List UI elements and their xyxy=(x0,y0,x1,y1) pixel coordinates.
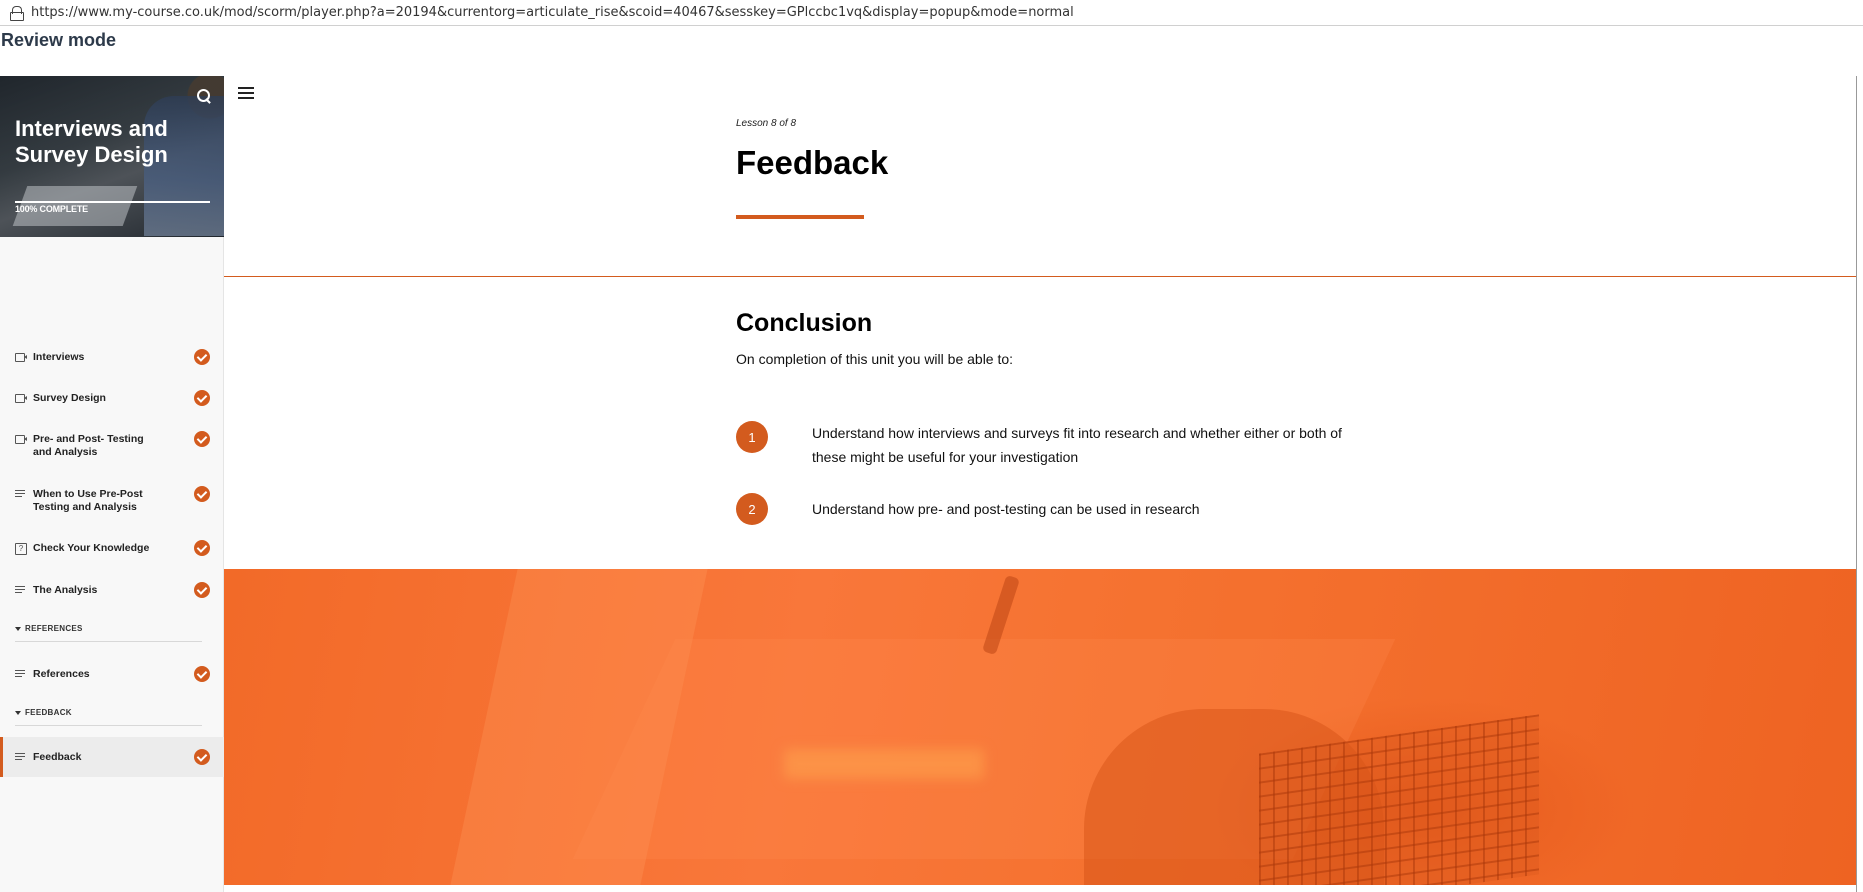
feedback-banner-image xyxy=(224,569,1857,885)
sidebar-item-label: The Analysis xyxy=(33,584,98,596)
conclusion-heading: Conclusion xyxy=(736,309,873,337)
sidebar-item-label: When to Use Pre-Post Testing and Analysi… xyxy=(33,488,143,513)
text-lines-icon xyxy=(15,585,27,595)
list-item-text: Understand how interviews and surveys fi… xyxy=(812,425,1342,465)
sidebar-item-feedback[interactable]: Feedback xyxy=(0,737,224,777)
text-lines-icon xyxy=(15,489,27,499)
sidebar-item-label: Survey Design xyxy=(33,392,106,404)
sidebar-item-label: Feedback xyxy=(33,750,82,763)
url-text[interactable]: https://www.my-course.co.uk/mod/scorm/pl… xyxy=(31,5,1074,20)
conclusion-intro: On completion of this unit you will be a… xyxy=(736,351,1014,367)
sidebar-item-the-analysis[interactable]: The Analysis xyxy=(0,582,224,598)
number-badge: 2 xyxy=(736,493,768,525)
list-item: 2 Understand how pre- and post-testing c… xyxy=(736,493,1356,525)
section-header-references[interactable]: REFERENCES xyxy=(15,624,202,642)
video-icon xyxy=(15,393,27,403)
scrollbar[interactable] xyxy=(1856,76,1857,892)
section-label: REFERENCES xyxy=(25,624,83,633)
header-divider xyxy=(224,276,1857,277)
address-bar[interactable]: https://www.my-course.co.uk/mod/scorm/pl… xyxy=(0,0,1863,26)
sidebar-item-references[interactable]: References xyxy=(0,666,224,682)
text-lines-icon xyxy=(15,752,27,762)
sidebar-item-check-knowledge[interactable]: Check Your Knowledge xyxy=(0,540,224,556)
sidebar-item-label: Interviews xyxy=(33,351,85,363)
menu-icon[interactable] xyxy=(238,87,254,99)
caret-down-icon xyxy=(15,626,21,631)
lock-icon xyxy=(10,6,24,21)
sidebar-item-label: Check Your Knowledge xyxy=(33,542,150,554)
lesson-content: Lesson 8 of 8 Feedback Conclusion On com… xyxy=(224,76,1857,892)
list-item-text: Understand how pre- and post-testing can… xyxy=(812,501,1200,517)
sidebar-item-when-to-use[interactable]: When to Use Pre-Post Testing and Analysi… xyxy=(0,486,224,514)
section-header-feedback[interactable]: FEEDBACK xyxy=(15,708,202,726)
text-lines-icon xyxy=(15,669,27,679)
course-sidebar: Interviews and Survey Design 100% COMPLE… xyxy=(0,76,224,892)
course-header-image: Interviews and Survey Design 100% COMPLE… xyxy=(0,76,224,237)
sidebar-item-label: References xyxy=(33,668,90,680)
section-label: FEEDBACK xyxy=(25,708,72,717)
sidebar-item-pre-post-testing[interactable]: Pre- and Post- Testing and Analysis xyxy=(0,431,224,459)
completed-check-icon xyxy=(194,390,210,406)
completed-check-icon xyxy=(194,431,210,447)
completed-check-icon xyxy=(194,582,210,598)
course-progress-label: 100% COMPLETE xyxy=(15,204,88,214)
caret-down-icon xyxy=(15,710,21,715)
completed-check-icon xyxy=(194,486,210,502)
course-title: Interviews and Survey Design xyxy=(15,116,168,167)
number-badge: 1 xyxy=(736,421,768,453)
video-icon xyxy=(15,352,27,362)
completed-check-icon xyxy=(194,749,210,765)
lesson-counter: Lesson 8 of 8 xyxy=(736,118,797,129)
review-mode-label: Review mode xyxy=(1,30,117,50)
title-underline xyxy=(736,215,864,219)
course-progress-fill xyxy=(15,201,210,203)
quiz-icon xyxy=(15,543,27,555)
completed-check-icon xyxy=(194,666,210,682)
sidebar-item-interviews[interactable]: Interviews xyxy=(0,349,224,365)
completed-check-icon xyxy=(194,540,210,556)
list-item: 1 Understand how interviews and surveys … xyxy=(736,421,1356,469)
sidebar-item-label: Pre- and Post- Testing and Analysis xyxy=(33,433,144,458)
video-icon xyxy=(15,434,27,444)
search-icon[interactable] xyxy=(196,88,212,104)
banner-highlight-shape xyxy=(784,749,984,779)
sidebar-item-survey-design[interactable]: Survey Design xyxy=(0,390,224,406)
course-progress-bar xyxy=(15,201,210,203)
completed-check-icon xyxy=(194,349,210,365)
lesson-title: Feedback xyxy=(736,144,889,181)
